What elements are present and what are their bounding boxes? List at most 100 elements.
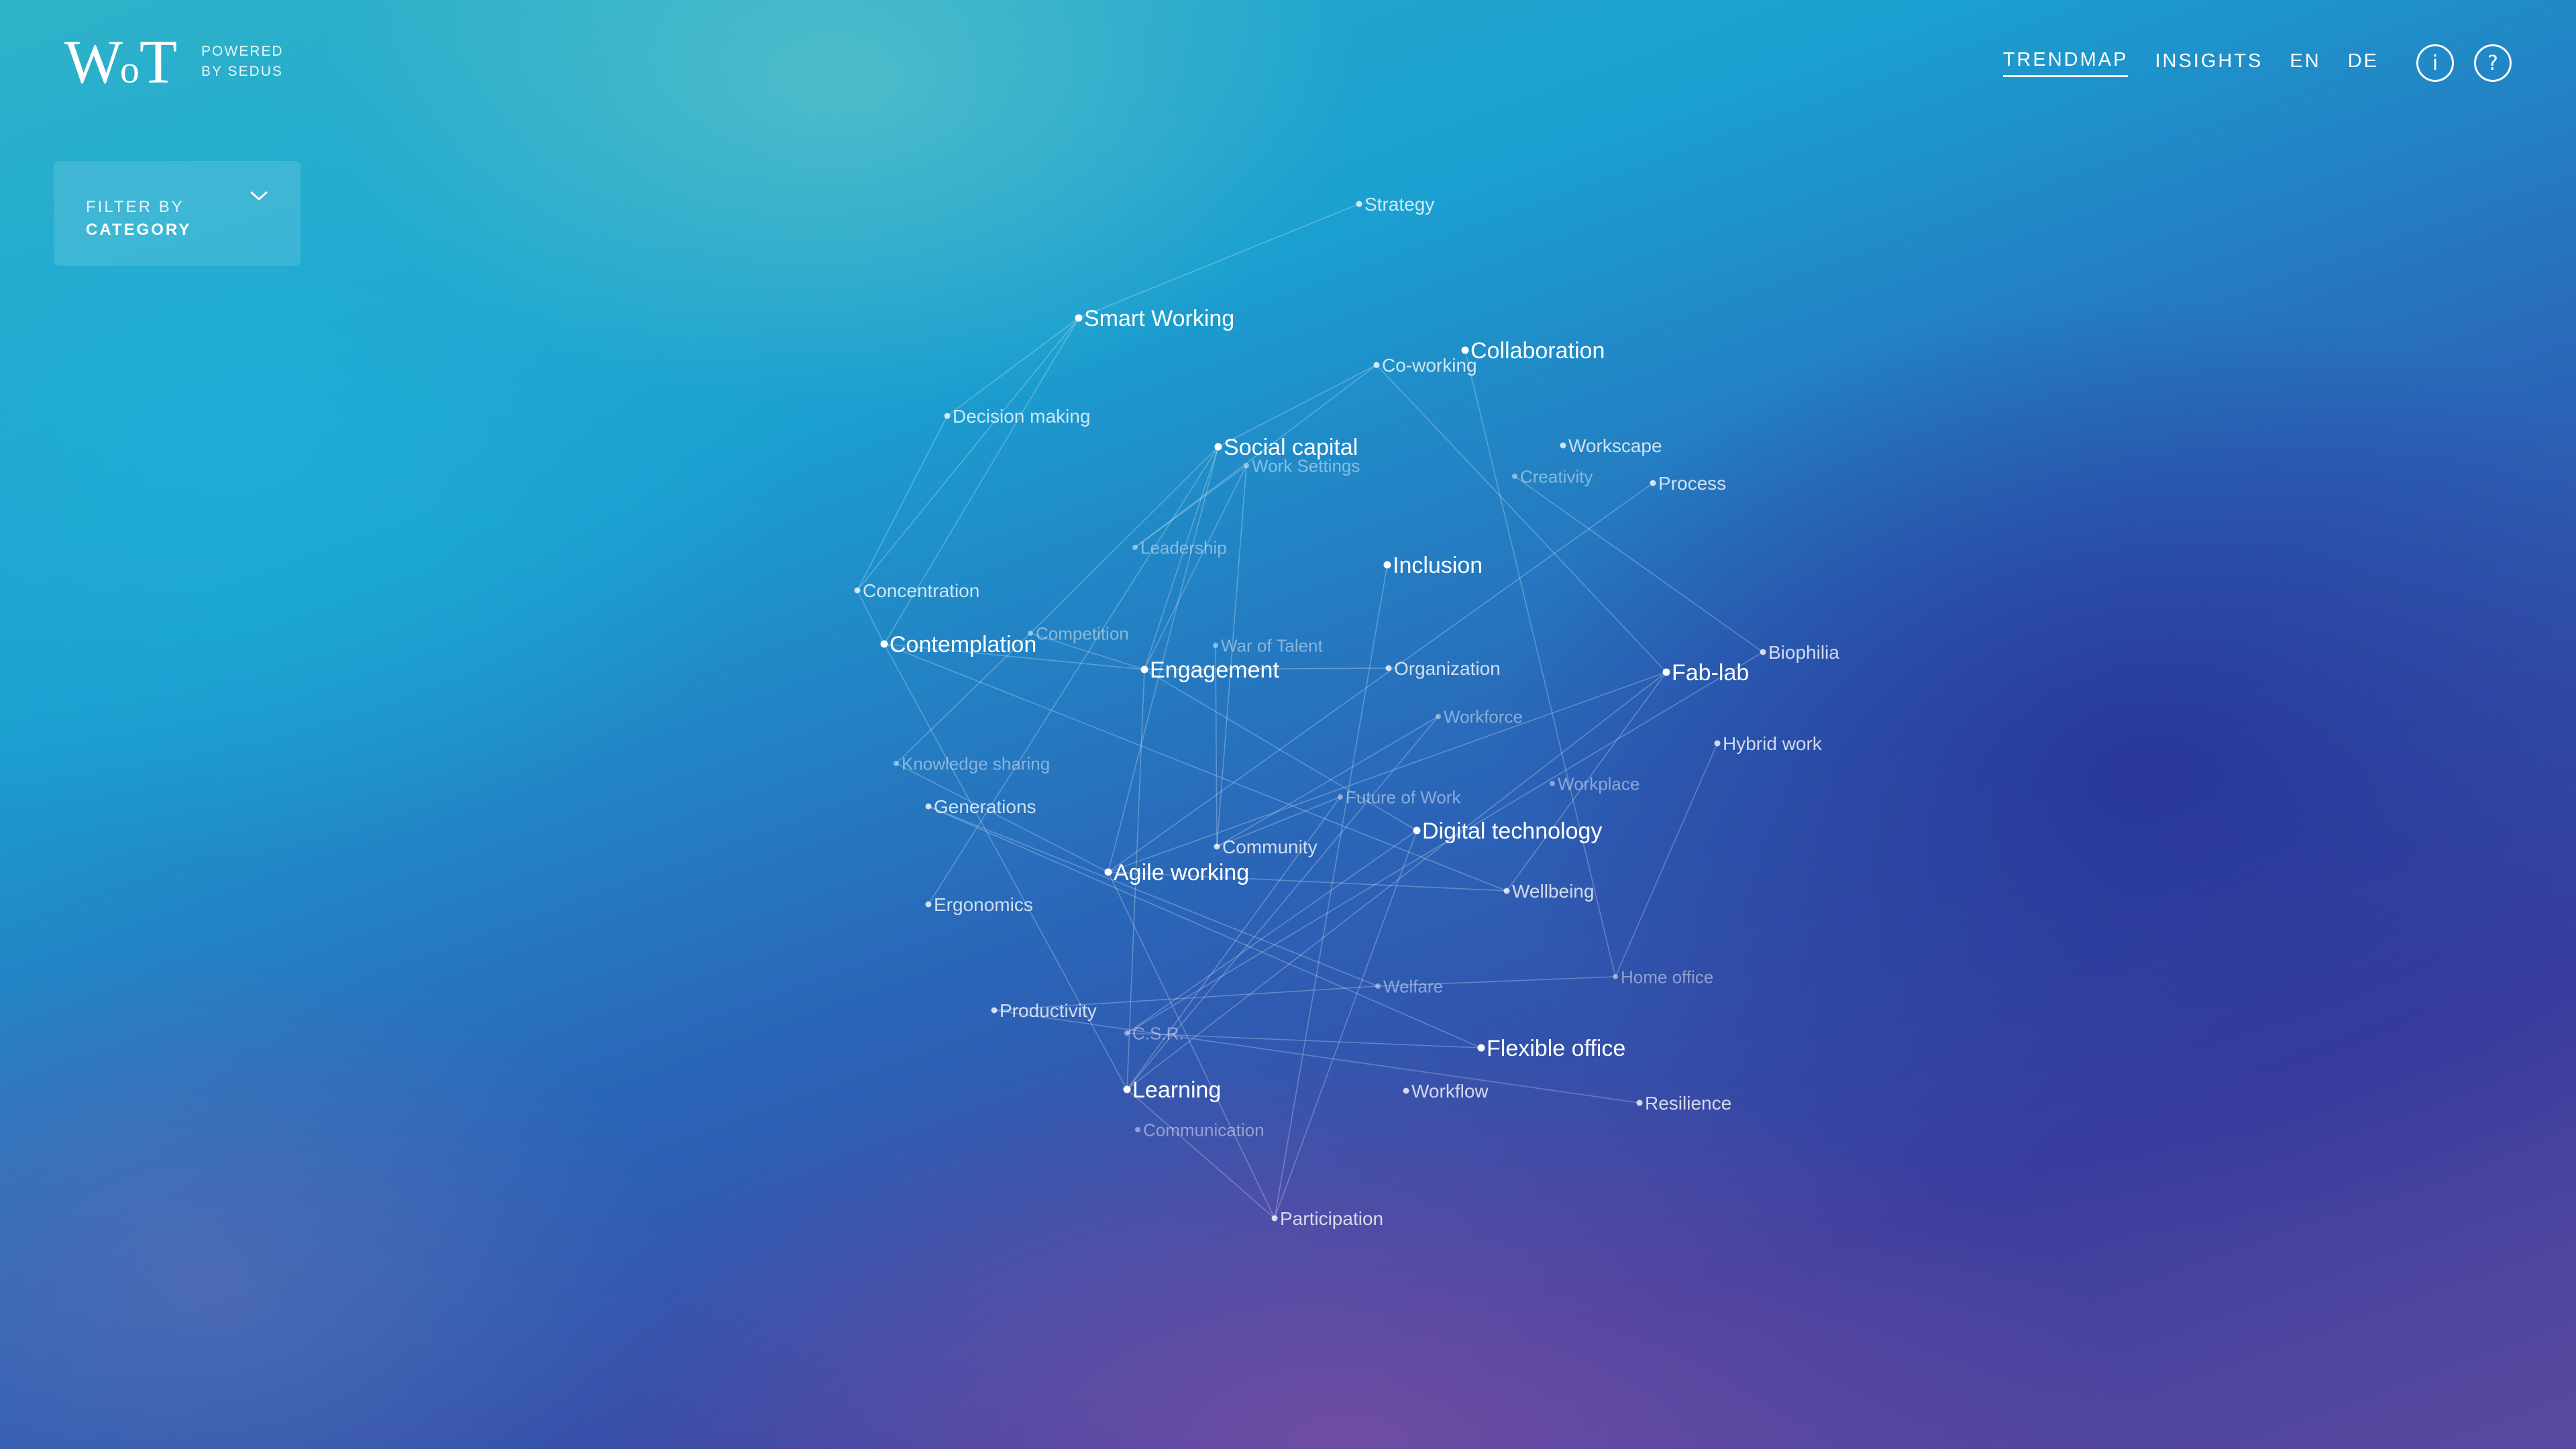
trend-node-workflow[interactable]: Workflow: [1403, 1081, 1489, 1102]
trend-node-label: Co-working: [1382, 355, 1477, 376]
trend-node-label: Strategy: [1364, 194, 1434, 215]
trend-link-digital-technology-participation: [1274, 830, 1417, 1219]
trend-node-agile-working[interactable]: Agile working: [1104, 860, 1250, 885]
trend-node-label: Concentration: [863, 580, 979, 601]
trend-node-dot: [1550, 781, 1555, 786]
trend-node-label: Productivity: [1000, 1000, 1097, 1021]
trend-node-label: Generations: [934, 796, 1036, 817]
trend-node-dot: [1244, 463, 1249, 468]
trend-node-dot: [854, 587, 861, 594]
trend-node-resilience[interactable]: Resilience: [1636, 1093, 1732, 1114]
trend-node-label: War of Talent: [1221, 635, 1324, 655]
trend-node-label: Organization: [1394, 658, 1501, 679]
trend-node-creativity[interactable]: Creativity: [1512, 466, 1593, 486]
trend-link-decision-making-concentration: [857, 415, 948, 591]
trend-node-label: Flexible office: [1487, 1036, 1625, 1061]
trend-node-dot: [1512, 474, 1517, 479]
trendmap-network: Strategy Smart Working CollaborationCo-wor…: [854, 194, 1840, 1229]
trend-node-ergonomics[interactable]: Ergonomics: [925, 894, 1033, 915]
trend-node-dot: [1375, 983, 1381, 989]
trend-node-home-office[interactable]: Home office: [1613, 967, 1713, 987]
trend-node-wellbeing[interactable]: Wellbeing: [1503, 881, 1595, 902]
trend-link-smart-working-concentration: [857, 317, 1079, 591]
trend-node-dot: [1135, 1127, 1140, 1132]
trend-node-dot: [880, 640, 888, 648]
trend-node-hybrid-work[interactable]: Hybrid work: [1714, 733, 1823, 754]
trend-node-work-settings[interactable]: Work Settings: [1244, 455, 1360, 476]
trend-node-dot: [1403, 1087, 1409, 1094]
trend-node-dot: [1214, 443, 1222, 451]
trend-node-biophilia[interactable]: Biophilia: [1760, 642, 1840, 663]
trend-node-learning[interactable]: Learning: [1123, 1077, 1222, 1103]
trend-node-label: Smart Working: [1084, 306, 1234, 331]
trend-link-workforce-community: [1216, 716, 1439, 847]
trend-node-participation[interactable]: Participation: [1271, 1208, 1384, 1229]
trend-node-dot: [1503, 888, 1510, 894]
trend-node-dot: [1461, 346, 1469, 354]
trend-node-generations[interactable]: Generations: [925, 796, 1036, 817]
trend-node-dot: [1132, 545, 1138, 550]
trend-node-dot: [925, 901, 932, 908]
trend-node-label: Competition: [1036, 623, 1129, 643]
trend-link-agile-working-participation: [1108, 871, 1275, 1219]
trend-node-dot: [1477, 1044, 1485, 1052]
trend-node-organization[interactable]: Organization: [1385, 658, 1501, 679]
trend-node-strategy[interactable]: Strategy: [1356, 194, 1435, 215]
trend-node-dot: [1436, 714, 1441, 719]
trend-node-label: Communication: [1143, 1120, 1265, 1140]
trend-node-decision-making[interactable]: Decision making: [944, 406, 1091, 427]
trend-node-process[interactable]: Process: [1650, 473, 1727, 494]
trend-node-contemplation[interactable]: Contemplation: [880, 632, 1037, 657]
trend-node-smart-working[interactable]: Smart Working: [1075, 306, 1235, 331]
trend-node-dot: [1385, 665, 1392, 672]
trend-node-dot: [1123, 1085, 1131, 1093]
trend-node-dot: [1383, 561, 1391, 569]
trend-node-leadership[interactable]: Leadership: [1132, 537, 1227, 557]
trend-node-label: Resilience: [1645, 1093, 1731, 1114]
trend-node-dot: [1560, 442, 1566, 449]
trend-node-label: Ergonomics: [934, 894, 1033, 915]
trend-node-war-of-talent[interactable]: War of Talent: [1213, 635, 1324, 655]
trend-node-label: Hybrid work: [1723, 733, 1823, 754]
trend-node-label: Agile working: [1114, 860, 1249, 885]
trend-node-dot: [925, 803, 932, 810]
trend-node-digital-technology[interactable]: Digital technology: [1413, 818, 1603, 844]
trend-node-label: Home office: [1621, 967, 1713, 987]
trend-node-competition[interactable]: Competition: [1028, 623, 1129, 643]
trend-node-fab-lab[interactable]: Fab-lab: [1662, 660, 1750, 686]
trend-link-learning-participation: [1126, 1089, 1275, 1219]
trend-node-label: Wellbeing: [1512, 881, 1594, 902]
trend-node-label: Engagement: [1150, 657, 1279, 683]
trend-node-welfare[interactable]: Welfare: [1375, 976, 1443, 996]
trend-node-flexible-office[interactable]: Flexible office: [1477, 1036, 1626, 1061]
trend-node-co-working[interactable]: Co-working: [1373, 355, 1477, 376]
trend-link-work-settings-leadership: [1134, 465, 1247, 548]
trend-node-community[interactable]: Community: [1214, 837, 1318, 857]
trend-node-future-of-work[interactable]: Future of Work: [1338, 787, 1461, 807]
trend-node-dot: [1373, 362, 1380, 368]
trend-node-dot: [991, 1007, 998, 1014]
trend-node-workscape[interactable]: Workscape: [1560, 435, 1662, 456]
trend-node-csr[interactable]: C.S.R.: [1124, 1023, 1184, 1043]
trend-node-communication[interactable]: Communication: [1135, 1120, 1265, 1140]
trend-node-dot: [1214, 843, 1220, 850]
trend-node-inclusion[interactable]: Inclusion: [1383, 553, 1483, 578]
trend-node-knowledge-sharing[interactable]: Knowledge sharing: [894, 753, 1050, 773]
trend-node-label: Decision making: [953, 406, 1090, 427]
trend-node-label: Learning: [1132, 1077, 1221, 1103]
trend-node-productivity[interactable]: Productivity: [991, 1000, 1097, 1021]
trend-node-label: Process: [1658, 473, 1726, 494]
trend-node-collaboration[interactable]: Collaboration: [1461, 338, 1605, 364]
trend-node-concentration[interactable]: Concentration: [854, 580, 980, 601]
trend-node-workplace[interactable]: Workplace: [1550, 773, 1640, 794]
trend-node-label: Knowledge sharing: [902, 753, 1050, 773]
trend-node-engagement[interactable]: Engagement: [1140, 657, 1280, 683]
trend-node-dot: [1213, 643, 1218, 648]
trend-node-label: Workforce: [1444, 706, 1523, 727]
trend-link-smart-working-decision-making: [947, 317, 1079, 417]
trend-node-dot: [1338, 794, 1343, 800]
trend-link-work-settings-community: [1216, 465, 1247, 847]
trend-node-dot: [1613, 974, 1618, 979]
trend-node-workforce[interactable]: Workforce: [1436, 706, 1523, 727]
trend-node-dot: [1075, 314, 1083, 322]
